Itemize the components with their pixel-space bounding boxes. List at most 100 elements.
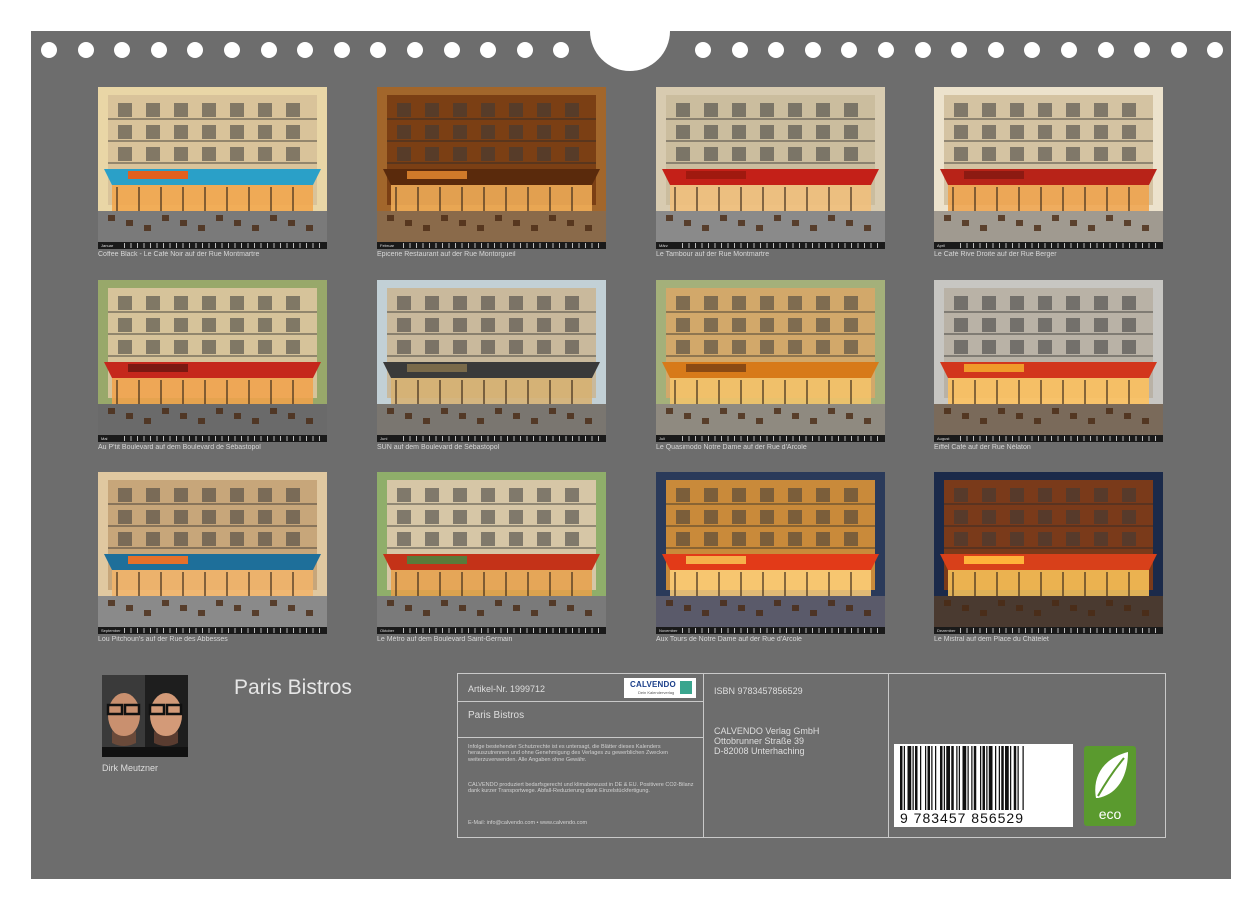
binding-hole [1170,42,1187,58]
isbn-barcode: 9 783457 856529 [894,744,1073,827]
bistro-photo: September [98,472,327,634]
month-date-strip: Juli [656,435,885,442]
info-title: Paris Bistros [468,710,525,721]
bistro-photo: Juni [377,280,606,442]
binding-hole [914,42,931,58]
author-portrait [102,675,188,757]
binding-hole [150,42,167,58]
month-name: September [101,628,121,633]
day-ticks [682,436,882,441]
binding-hole [443,42,460,58]
month-caption: Le Tambour auf der Rue Montmartre [656,251,770,258]
binding-hole [480,42,497,58]
eco-badge: eco [1084,746,1136,826]
binding-hole [260,42,277,58]
binding-hole [841,42,858,58]
logo-subline: Dein Kalenderverlag [638,690,675,695]
logo-mark-icon [680,681,692,694]
day-ticks [403,243,603,248]
bistro-photo: August [934,280,1163,442]
bistro-photo: Mai [98,280,327,442]
month-date-strip: Dezember [934,627,1163,634]
month-date-strip: September [98,627,327,634]
bistro-photo: November [656,472,885,634]
binding-hole [951,42,968,58]
day-ticks [403,436,603,441]
binding-hole [1024,42,1041,58]
month-date-strip: März [656,242,885,249]
author-name: Dirk Meutzner [102,763,159,773]
bistro-photo: Dezember [934,472,1163,634]
binding-hole [804,42,821,58]
binding-hole [553,42,570,58]
month-date-strip: Juni [377,435,606,442]
production-notice: CALVENDO produziert bedarfsgerecht und k… [468,782,694,795]
month-caption: SUN auf dem Boulevard de Sébastopol [377,444,500,451]
binding-hole [695,42,711,58]
publisher-city: D-82008 Unterhaching [714,746,805,756]
leaf-icon [1095,752,1128,798]
month-thumbnail-grid: Januar Coffee Black - Le Café Noir auf de… [98,87,1164,647]
bistro-photo: Februar [377,87,606,249]
eco-label: eco [1098,806,1122,822]
month-name: März [659,243,668,248]
month-date-strip: Mai [98,435,327,442]
binding-hole [224,42,240,58]
month-caption: Lou Pitchoun's auf der Rue des Abbesses [98,636,228,643]
month-caption: Le Café Rive Droite auf der Rue Berger [934,251,1057,258]
article-row: Artikel-Nr. 1999712 CALVENDO Dein Kalend… [458,674,703,702]
month-caption: Au P'tit Boulevard auf dem Boulevard de … [98,444,261,451]
bistro-photo: Oktober [377,472,606,634]
month-name: Mai [101,436,108,441]
publisher-street: Ottobrunner Straße 39 [714,736,805,746]
month-name: Juli [659,436,666,441]
month-name: November [659,628,678,633]
binding-hole [731,42,748,58]
day-ticks [124,243,324,248]
binding-hole [1097,42,1114,58]
month-caption: Coffee Black - Le Café Noir auf der Rue … [98,251,260,258]
month-caption: Epicerie Restaurant auf der Rue Montorgu… [377,251,516,258]
bistro-photo: Januar [98,87,327,249]
binding-hole [768,42,785,58]
binding-hole [297,42,314,58]
logo-word: CALVENDO [630,680,676,689]
bistro-photo: März [656,87,885,249]
info-column-codes: 9 783457 856529 eco [889,674,1165,837]
legal-notice: Infolge bestehender Schutzrechte ist es … [468,744,668,763]
binding-hole [878,42,894,58]
month-date-strip: Oktober [377,627,606,634]
month-name: August [937,436,950,441]
month-name: Oktober [380,628,395,633]
day-ticks [682,243,882,248]
month-name: Juni [380,436,388,441]
binding-hole [407,42,423,58]
month-date-strip: April [934,242,1163,249]
month-caption: Le Métro auf dem Boulevard Saint-Germain [377,636,513,643]
month-name: Dezember [937,628,956,633]
contact-line: E-Mail: info@calvendo.com • www.calvendo… [468,820,588,826]
bistro-photo: April [934,87,1163,249]
binding-hole [333,42,350,58]
binding-hole [187,42,204,58]
info-column-publisher: ISBN 9783457856529 CALVENDO Verlag GmbH … [704,674,889,837]
month-name: Januar [101,243,114,248]
calvendo-logo: CALVENDO Dein Kalenderverlag [624,678,696,698]
calendar-title: Paris Bistros [234,676,352,699]
binding-hole [516,42,533,58]
publisher-name: CALVENDO Verlag GmbH [714,726,820,736]
binding-hole [1207,42,1224,58]
month-name: Februar [380,243,395,248]
day-ticks [124,436,324,441]
binding-hole [114,42,131,58]
month-caption: Le Mistral auf dem Place du Châtelet [934,636,1049,643]
product-info-box: Artikel-Nr. 1999712 CALVENDO Dein Kalend… [457,673,1166,838]
month-name: April [937,243,946,248]
month-caption: Aux Tours de Notre Dame auf der Rue d'Ar… [656,636,802,643]
binding-hole [1061,42,1077,58]
binding-hole [41,42,57,58]
day-ticks [960,436,1160,441]
month-caption: Le Quasimodo Notre Dame auf der Rue d'Ar… [656,444,807,451]
month-date-strip: November [656,627,885,634]
binding-hole [987,42,1004,58]
